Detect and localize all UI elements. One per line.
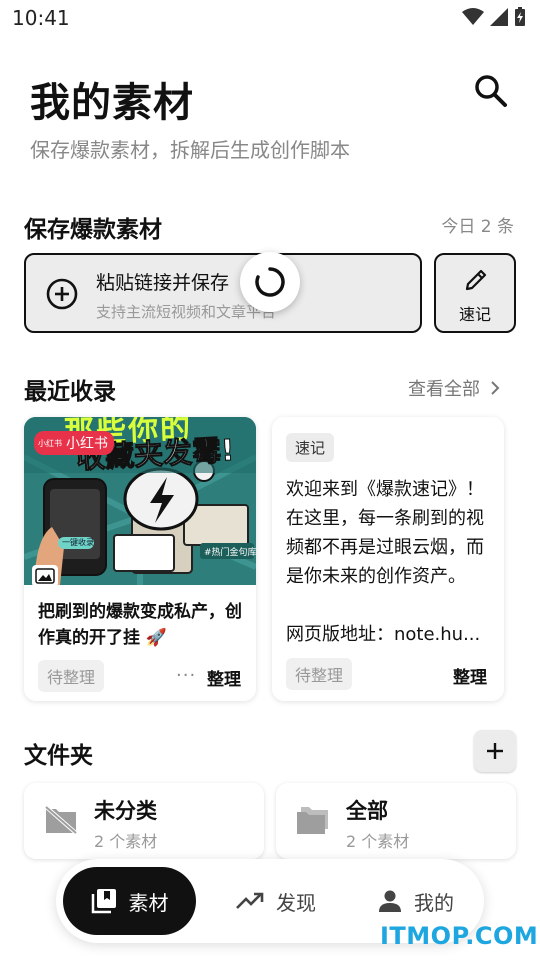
loading-spinner bbox=[240, 252, 300, 312]
wifi-icon bbox=[462, 8, 484, 25]
nav-tab-label: 素材 bbox=[128, 890, 169, 915]
folder-count: 2 个素材 bbox=[346, 832, 410, 851]
material-card[interactable]: 速记 欢迎来到《爆款速记》！在这里，每一条刷到的视频都不再是过眼云烟，而是你未来… bbox=[272, 417, 504, 701]
view-all-label: 查看全部 bbox=[408, 379, 480, 400]
quick-note-label: 速记 bbox=[458, 305, 491, 324]
folder-card-all[interactable]: 全部 2 个素材 bbox=[276, 783, 516, 859]
folder-card-uncategorized[interactable]: 未分类 2 个素材 bbox=[24, 783, 264, 859]
folder-off-icon bbox=[44, 805, 78, 835]
status-bar: 10:41 bbox=[0, 0, 540, 36]
search-icon bbox=[475, 75, 507, 107]
material-card[interactable]: 那些你的 收藏夹发霉! 小红书 小红书 一键收录 #热门金句库 把刷到的爆款变成… bbox=[24, 417, 256, 701]
cover-tag: #热门金句库 bbox=[204, 548, 256, 558]
save-section-title: 保存爆款素材 bbox=[24, 217, 162, 243]
folder-count: 2 个素材 bbox=[94, 832, 158, 851]
folder-section-title: 文件夹 bbox=[24, 743, 93, 769]
page-subtitle: 保存爆款素材，拆解后生成创作脚本 bbox=[30, 138, 350, 162]
platform-badge-label: 小红书 bbox=[66, 436, 108, 452]
status-time: 10:41 bbox=[12, 6, 70, 30]
nav-tab-label: 发现 bbox=[276, 890, 316, 915]
status-icons bbox=[462, 7, 526, 27]
page-title: 我的素材 bbox=[30, 80, 194, 126]
nav-tab-discover[interactable]: 发现 bbox=[216, 867, 336, 935]
organize-button[interactable]: 整理 bbox=[207, 665, 241, 690]
recent-section-title: 最近收录 bbox=[24, 379, 116, 405]
more-options-icon[interactable]: ··· bbox=[176, 665, 196, 686]
spinner-icon bbox=[255, 267, 285, 297]
chevron-right-icon bbox=[491, 381, 500, 395]
quick-note-button[interactable]: 速记 bbox=[434, 253, 516, 333]
paste-title: 粘贴链接并保存 bbox=[96, 272, 230, 294]
folder-name: 全部 bbox=[346, 799, 388, 823]
note-body: 欢迎来到《爆款速记》！在这里，每一条刷到的视频都不再是过眼云烟，而是你未来的创作… bbox=[286, 479, 484, 587]
paste-link-button[interactable]: 粘贴链接并保存 支持主流短视频和文章平台 bbox=[24, 253, 422, 333]
battery-icon bbox=[515, 7, 525, 26]
person-icon bbox=[379, 890, 401, 912]
organize-button[interactable]: 整理 bbox=[453, 663, 487, 688]
watermark: ITMOP.COM bbox=[380, 922, 539, 950]
today-count: 今日 2 条 bbox=[441, 217, 514, 237]
card-cover-image: 那些你的 收藏夹发霉! 小红书 小红书 一键收录 #热门金句库 bbox=[24, 417, 256, 585]
add-folder-button[interactable] bbox=[474, 730, 516, 772]
nav-tab-label: 我的 bbox=[414, 890, 454, 915]
pencil-icon bbox=[465, 269, 487, 291]
card-title: 把刷到的爆款变成私产，创作真的开了挂 🚀 bbox=[38, 602, 242, 648]
status-badge: 待整理 bbox=[38, 660, 105, 692]
plus-icon bbox=[487, 743, 503, 759]
folder-icon bbox=[297, 807, 328, 834]
note-type-badge: 速记 bbox=[286, 433, 335, 462]
cover-button-label: 一键收录 bbox=[62, 538, 94, 547]
platform-badge-small: 小红书 bbox=[38, 438, 62, 448]
search-button[interactable] bbox=[470, 70, 512, 112]
trending-icon bbox=[236, 892, 264, 909]
nav-tab-materials[interactable]: 素材 bbox=[63, 867, 196, 935]
add-circle-icon bbox=[46, 278, 78, 310]
note-url: 网页版地址：note.hu... bbox=[286, 624, 481, 645]
view-all-link[interactable]: 查看全部 bbox=[408, 375, 500, 401]
library-icon bbox=[91, 889, 116, 914]
folder-name: 未分类 bbox=[94, 799, 157, 823]
status-badge: 待整理 bbox=[286, 658, 353, 690]
signal-icon bbox=[490, 8, 508, 26]
platform-badge: 小红书 小红书 bbox=[34, 431, 114, 455]
